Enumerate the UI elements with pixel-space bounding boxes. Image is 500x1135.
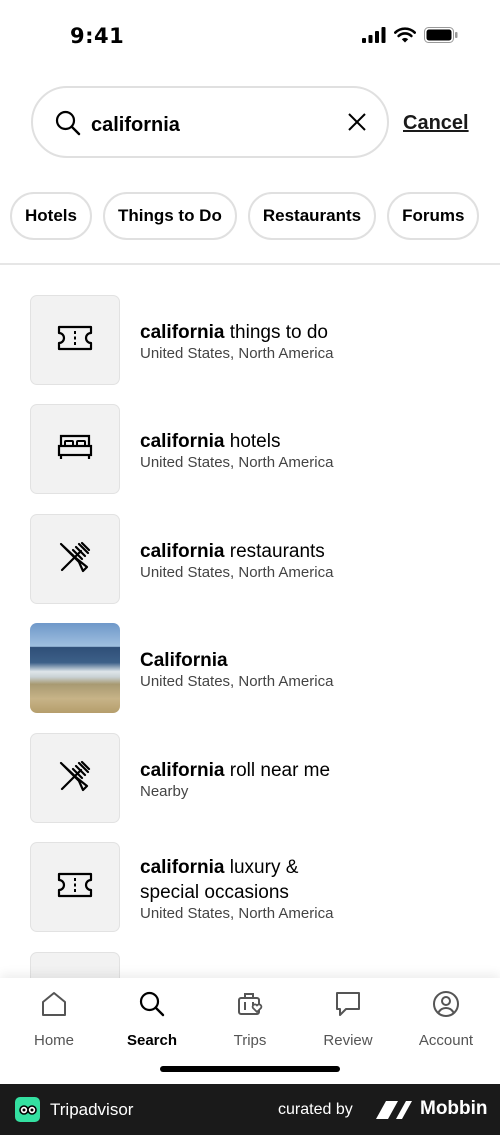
result-thumb	[30, 514, 120, 604]
result-subtitle: United States, North America	[140, 454, 334, 471]
status-bar: 9:41	[0, 0, 500, 70]
status-icons	[362, 27, 458, 48]
result-title-rest: hotels	[224, 431, 281, 452]
tripadvisor-logo-icon	[15, 1097, 40, 1122]
speech-bubble-icon	[334, 990, 362, 1023]
tab-account[interactable]: Account	[397, 990, 495, 1049]
tab-label: Home	[33, 1032, 74, 1049]
curated-by-label: curated by	[278, 1101, 353, 1118]
result-thumb	[30, 733, 120, 823]
clear-icon[interactable]	[347, 112, 367, 137]
home-indicator	[160, 1066, 340, 1072]
result-title-bold: california	[140, 857, 225, 878]
tab-label: Search	[126, 1032, 178, 1049]
result-title-rest: restaurants	[224, 541, 325, 562]
result-text: california hotels United States, North A…	[140, 429, 470, 472]
result-title-rest: luxury &	[224, 857, 299, 878]
ticket-icon	[57, 325, 93, 356]
home-icon	[40, 990, 68, 1023]
result-text: California United States, North America	[140, 648, 470, 691]
tab-bar: Home Search Trips Review Account	[0, 978, 500, 1084]
result-thumb	[30, 404, 120, 494]
fork-knife-icon	[57, 758, 93, 799]
result-title: california luxury &	[140, 855, 470, 880]
result-subtitle: United States, North America	[140, 905, 334, 922]
result-title-bold: california	[140, 431, 225, 452]
status-time: 9:41	[70, 24, 125, 48]
result-text: california luxury & special occasions Un…	[140, 855, 470, 923]
result-subtitle: United States, North America	[140, 673, 334, 690]
user-circle-icon	[432, 990, 460, 1023]
result-title: california roll near me	[140, 758, 470, 783]
battery-icon	[424, 27, 458, 48]
result-title: California	[140, 648, 470, 673]
tripadvisor-brand: Tripadvisor	[50, 1100, 134, 1119]
fork-knife-icon	[57, 539, 93, 580]
tab-search[interactable]: Search	[103, 990, 201, 1049]
search-icon	[138, 990, 166, 1023]
tab-home[interactable]: Home	[5, 990, 103, 1049]
search-box[interactable]	[31, 86, 389, 158]
result-title-rest: things to do	[224, 322, 329, 343]
search-row: Cancel	[31, 86, 471, 162]
tab-review[interactable]: Review	[299, 990, 397, 1049]
result-title-rest: roll near me	[224, 760, 331, 781]
search-icon	[55, 110, 81, 141]
result-title: california restaurants	[140, 539, 470, 564]
result-subtitle: United States, North America	[140, 345, 334, 362]
result-title-line2: special occasions	[140, 882, 289, 903]
filter-chips: Hotels Things to Do Restaurants Forums	[10, 192, 480, 240]
chip-restaurants[interactable]: Restaurants	[247, 192, 377, 240]
result-title-bold: California	[140, 650, 228, 671]
result-thumb	[30, 842, 120, 932]
result-title: california things to do	[140, 320, 470, 345]
chip-hotels[interactable]: Hotels	[10, 192, 92, 240]
result-thumb	[30, 295, 120, 385]
chip-forums[interactable]: Forums	[387, 192, 480, 240]
bed-icon	[57, 433, 93, 466]
ticket-icon	[57, 872, 93, 903]
tab-label: Review	[323, 1032, 373, 1049]
result-title-bold: california	[140, 760, 225, 781]
suitcase-heart-icon	[235, 990, 265, 1023]
cancel-button[interactable]: Cancel	[403, 112, 469, 135]
result-subtitle: United States, North America	[140, 564, 334, 581]
footer-banner: Tripadvisor curated by Mobbin	[0, 1084, 500, 1135]
result-title-bold: california	[140, 541, 225, 562]
beach-photo	[30, 623, 120, 713]
result-text: california roll near me Nearby	[140, 758, 470, 801]
result-title: california hotels	[140, 429, 470, 454]
chip-things-to-do[interactable]: Things to Do	[102, 192, 237, 240]
result-text: california things to do United States, N…	[140, 320, 470, 363]
mobbin-logo-icon	[375, 1099, 413, 1126]
tab-label: Account	[418, 1032, 474, 1049]
mobbin-brand: Mobbin	[420, 1098, 488, 1119]
divider	[0, 263, 500, 265]
signal-icon	[362, 27, 386, 48]
tab-trips[interactable]: Trips	[201, 990, 299, 1049]
result-text: california restaurants United States, No…	[140, 539, 470, 582]
search-input[interactable]	[89, 106, 343, 144]
tab-label: Trips	[233, 1032, 267, 1049]
result-title-bold: california	[140, 322, 225, 343]
wifi-icon	[394, 27, 416, 48]
result-subtitle: Nearby	[140, 783, 189, 800]
